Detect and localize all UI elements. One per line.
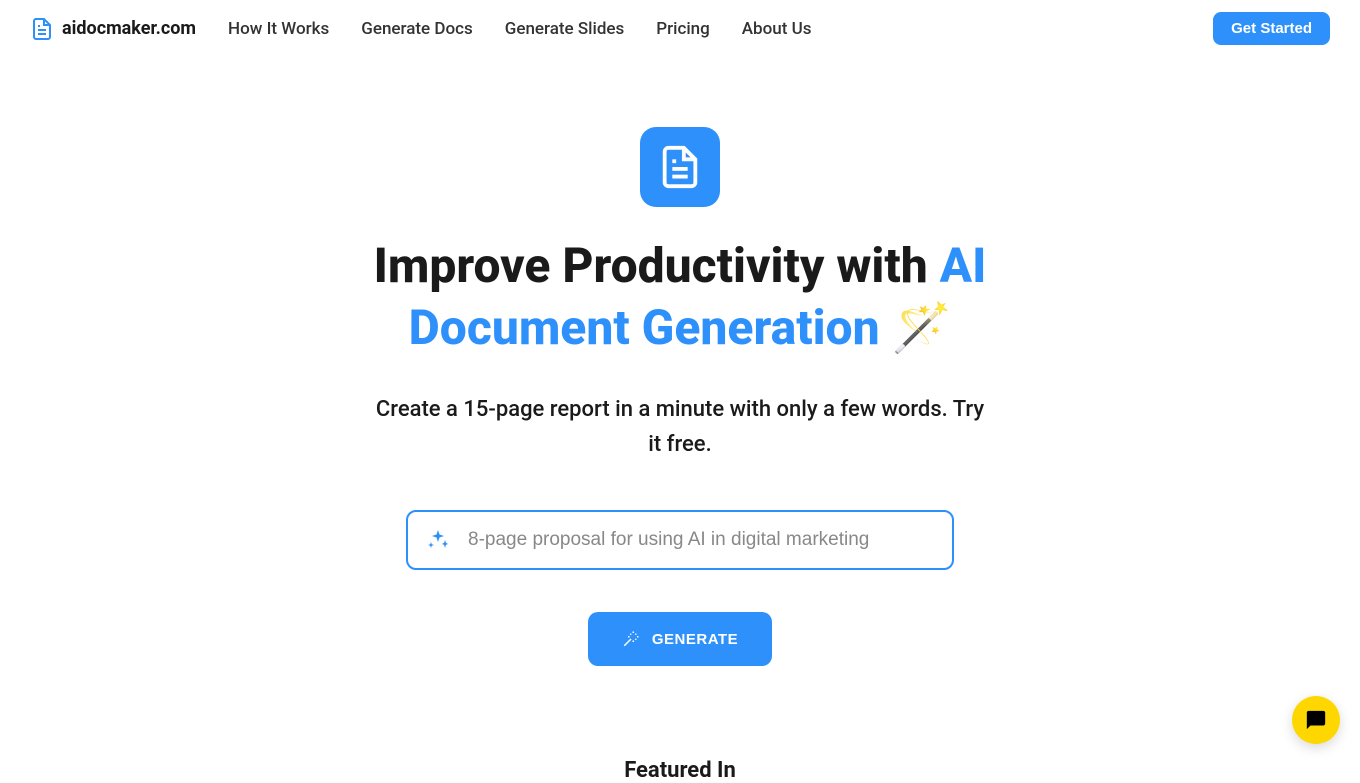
hero-icon-container	[640, 127, 720, 207]
nav-generate-docs[interactable]: Generate Docs	[361, 19, 473, 39]
nav-how-it-works[interactable]: How It Works	[228, 19, 329, 39]
wand-icon	[622, 630, 640, 648]
get-started-button[interactable]: Get Started	[1213, 12, 1330, 45]
document-icon	[30, 17, 54, 41]
hero-title: Improve Productivity with AI Document Ge…	[320, 235, 1040, 360]
nav-about-us[interactable]: About Us	[742, 19, 812, 39]
nav-pricing[interactable]: Pricing	[656, 19, 710, 39]
featured-heading: Featured In	[624, 758, 736, 783]
chat-widget-button[interactable]	[1292, 696, 1340, 744]
main-header: aidocmaker.com How It Works Generate Doc…	[0, 0, 1360, 57]
logo[interactable]: aidocmaker.com	[30, 17, 196, 41]
nav-generate-slides[interactable]: Generate Slides	[505, 19, 625, 39]
chat-icon	[1305, 709, 1327, 731]
hero-section: Improve Productivity with AI Document Ge…	[180, 57, 1180, 783]
prompt-input-container[interactable]	[406, 510, 954, 570]
generate-button[interactable]: GENERATE	[588, 612, 772, 666]
sparkles-icon	[426, 528, 450, 552]
hero-title-prefix: Improve Productivity with	[374, 237, 940, 294]
logo-text: aidocmaker.com	[62, 18, 196, 39]
document-large-icon	[657, 144, 703, 190]
hero-subtitle: Create a 15-page report in a minute with…	[370, 392, 990, 462]
prompt-input[interactable]	[468, 529, 934, 551]
generate-label: GENERATE	[652, 631, 738, 648]
